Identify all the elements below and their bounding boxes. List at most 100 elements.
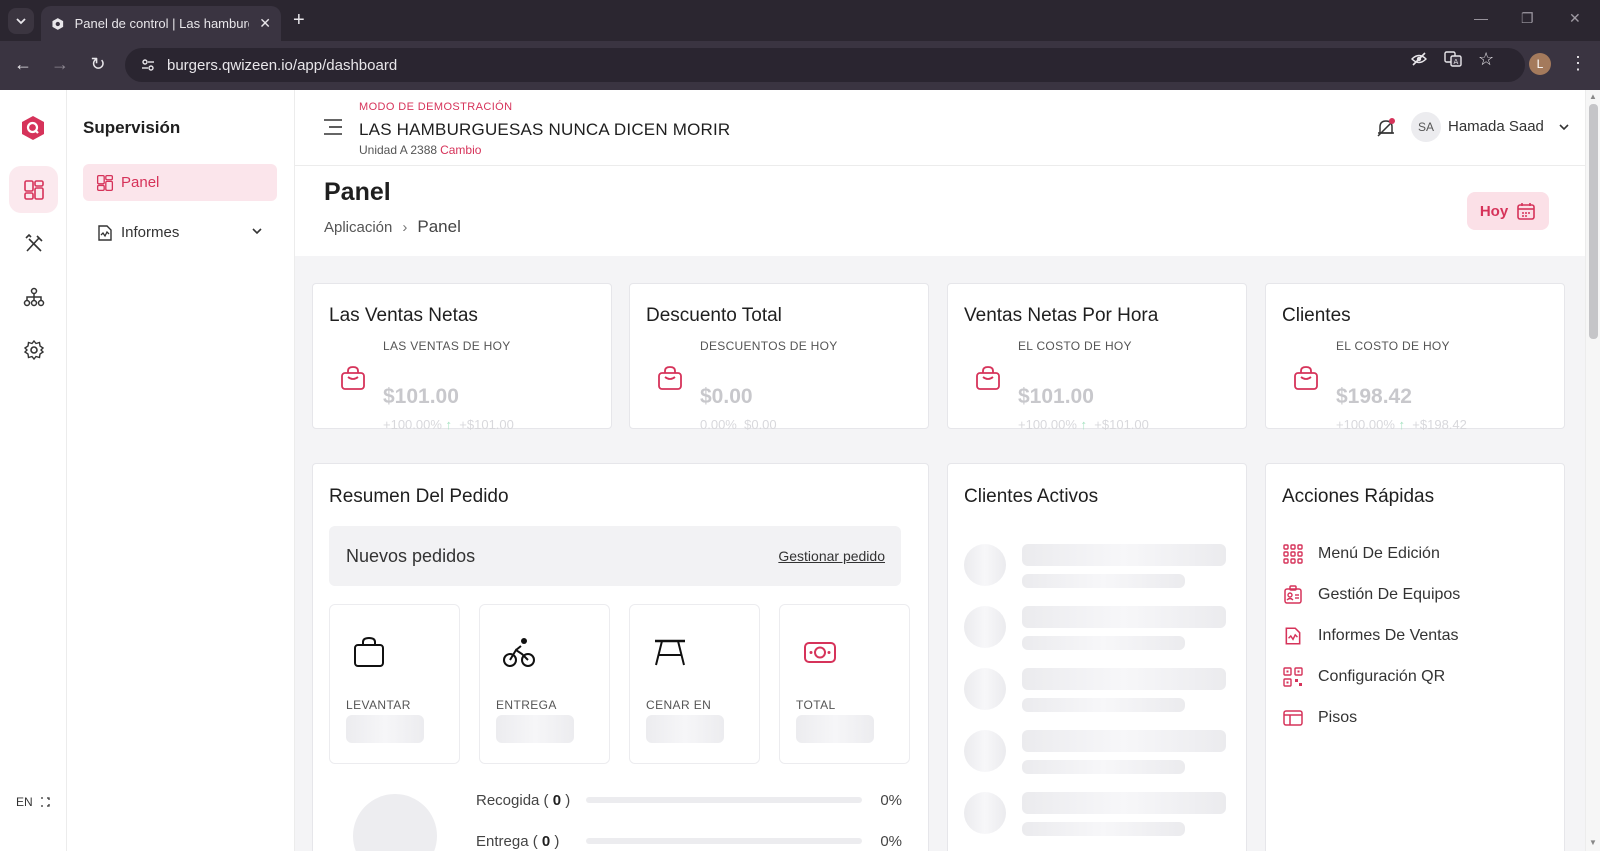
sidebar-item-informes[interactable]: Informes — [83, 214, 277, 251]
logo-icon[interactable] — [20, 115, 46, 141]
picnic-table-icon — [655, 639, 685, 666]
report-icon — [95, 223, 115, 243]
tile-label: TOTAL — [796, 698, 836, 712]
unit-label: Unidad A 2388 — [359, 143, 438, 157]
page-scrollbar[interactable]: ▲ ▼ — [1585, 90, 1600, 851]
section-title: Clientes Activos — [964, 486, 1099, 507]
language-switcher[interactable]: EN — [8, 790, 54, 814]
tab-title: Panel de control | Las hamburg — [74, 16, 250, 31]
notifications-off-icon[interactable] — [1375, 117, 1397, 139]
breadcrumb-current: Panel — [417, 217, 461, 236]
stat-card-net-sales: Las Ventas Netas LAS VENTAS DE HOY $101.… — [312, 283, 612, 432]
loading-placeholder — [346, 715, 424, 743]
scroll-down-icon[interactable]: ▼ — [1589, 838, 1597, 847]
quick-actions-card: Acciones Rápidas Menú De Edición Gestión… — [1265, 463, 1565, 851]
rail-settings[interactable] — [9, 326, 58, 373]
report-icon — [1282, 625, 1304, 647]
page-header: Panel Aplicación › Panel Hoy — [295, 166, 1585, 256]
section-title: Resumen Del Pedido — [329, 486, 509, 507]
address-bar[interactable]: burgers.qwizeen.io/app/dashboard — [125, 48, 1525, 82]
back-icon[interactable]: ← — [12, 54, 34, 75]
translate-icon[interactable]: A — [1444, 50, 1462, 72]
progress-track — [586, 838, 862, 844]
progress-row-delivery: Entrega ( 0 ) 0% — [476, 831, 902, 851]
layout-icon — [1282, 707, 1304, 729]
sidebar-item-panel[interactable]: Panel — [83, 164, 277, 201]
stat-subtitle: DESCUENTOS DE HOY — [700, 339, 838, 353]
stat-change: 0.00% $0.00 — [700, 417, 777, 432]
star-icon[interactable]: ☆ — [1478, 49, 1494, 70]
stat-subtitle: EL COSTO DE HOY — [1018, 339, 1132, 353]
eye-off-icon[interactable] — [1410, 50, 1428, 72]
today-button[interactable]: Hoy — [1467, 192, 1549, 230]
shopping-bag-icon — [1294, 366, 1318, 390]
forward-icon[interactable]: → — [49, 54, 71, 75]
org-chart-icon — [23, 287, 44, 306]
orders-donut-chart — [353, 794, 437, 851]
breadcrumb-link[interactable]: Aplicación — [324, 219, 392, 236]
user-name[interactable]: Hamada Saad — [1448, 118, 1544, 135]
order-tile-delivery[interactable]: ENTREGA — [479, 604, 610, 764]
scroll-thumb[interactable] — [1589, 104, 1598, 339]
arrow-up-icon: ↑ — [1080, 417, 1088, 432]
demo-mode-label: MODO DE DEMOSTRACIÓN — [359, 101, 513, 113]
tile-label: LEVANTAR — [346, 698, 411, 712]
hamburger-menu-icon[interactable] — [323, 118, 343, 136]
expand-icon — [40, 797, 50, 807]
stat-value: $101.00 — [1018, 385, 1094, 408]
progress-track — [586, 797, 862, 803]
stat-value: $101.00 — [383, 385, 459, 408]
stat-change-delta: +$101.00 — [459, 417, 514, 432]
top-header: MODO DE DEMOSTRACIÓN LAS HAMBURGUESAS NU… — [295, 90, 1585, 166]
new-tab-button[interactable]: + — [293, 9, 305, 32]
quick-action-qr-config[interactable]: Configuración QR — [1282, 665, 1445, 689]
close-tab-icon[interactable]: ✕ — [259, 15, 271, 32]
progress-percent: 0% — [880, 791, 902, 809]
minimize-icon[interactable]: — — [1474, 10, 1488, 26]
quick-action-sales-reports[interactable]: Informes De Ventas — [1282, 624, 1459, 648]
quick-action-edit-menu[interactable]: Menú De Edición — [1282, 542, 1440, 566]
cyclist-icon — [503, 638, 535, 667]
scroll-up-icon[interactable]: ▲ — [1589, 92, 1597, 101]
stat-value: $0.00 — [700, 385, 753, 408]
progress-label: Recogida ( 0 ) — [476, 791, 571, 809]
quick-action-team-management[interactable]: Gestión De Equipos — [1282, 583, 1460, 607]
quick-action-label: Menú De Edición — [1318, 545, 1440, 562]
quick-action-floors[interactable]: Pisos — [1282, 706, 1357, 730]
new-orders-bar: Nuevos pedidos Gestionar pedido — [329, 526, 901, 586]
manage-order-link[interactable]: Gestionar pedido — [778, 548, 885, 564]
reload-icon[interactable]: ↻ — [87, 54, 109, 75]
rail-organization[interactable] — [9, 273, 58, 320]
order-tile-dine-in[interactable]: CENAR EN — [629, 604, 760, 764]
browser-tabbar: Panel de control | Las hamburg ✕ + — ❐ ✕ — [0, 0, 1600, 41]
stat-subtitle: LAS VENTAS DE HOY — [383, 339, 511, 353]
rail-dashboard[interactable] — [9, 166, 58, 213]
close-window-icon[interactable]: ✕ — [1569, 10, 1581, 27]
progress-row-pickup: Recogida ( 0 ) 0% — [476, 790, 902, 810]
calendar-icon — [1517, 203, 1535, 220]
stat-title: Descuento Total — [646, 305, 782, 326]
rail-menu[interactable] — [9, 220, 58, 267]
favicon-icon — [52, 17, 64, 30]
order-tile-pickup[interactable]: LEVANTAR — [329, 604, 460, 764]
utensils-icon — [24, 233, 43, 252]
url-text: burgers.qwizeen.io/app/dashboard — [167, 56, 398, 74]
change-unit-link[interactable]: Cambio — [440, 143, 481, 157]
qr-icon — [1282, 666, 1304, 688]
profile-avatar[interactable]: L — [1529, 53, 1551, 75]
tab-search-button[interactable] — [8, 8, 34, 34]
site-settings-icon[interactable] — [133, 57, 163, 73]
quick-action-label: Informes De Ventas — [1318, 627, 1459, 644]
skeleton-row — [964, 668, 1226, 712]
arrow-up-icon: ↑ — [1398, 417, 1406, 432]
user-avatar[interactable]: SA — [1411, 112, 1441, 142]
cash-icon — [804, 642, 836, 663]
shopping-bag-icon — [341, 366, 365, 390]
order-tile-total[interactable]: TOTAL — [779, 604, 910, 764]
chevron-down-icon[interactable] — [1558, 121, 1570, 133]
restore-icon[interactable]: ❐ — [1521, 10, 1534, 27]
stat-title: Clientes — [1282, 305, 1351, 326]
page-title: Panel — [324, 178, 391, 206]
browser-menu-icon[interactable]: ⋮ — [1569, 53, 1587, 74]
browser-tab[interactable]: Panel de control | Las hamburg ✕ — [41, 6, 281, 41]
